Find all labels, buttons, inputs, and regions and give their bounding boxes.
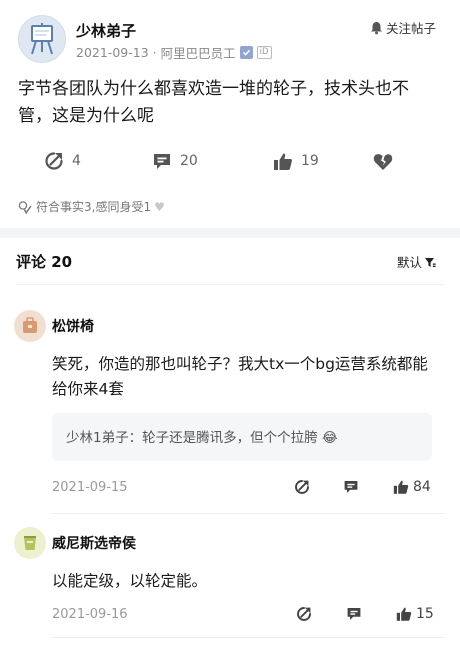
meta-separator: · [152, 45, 157, 60]
bell-icon [370, 21, 382, 34]
sort-button[interactable]: 默认 [397, 252, 436, 271]
author-meta: 2021-09-13 · 阿里巴巴员工 iD [76, 43, 272, 62]
section-divider [0, 228, 460, 238]
cup-icon [24, 536, 36, 550]
comment-reply-button[interactable] [346, 606, 362, 622]
comment-icon [344, 481, 358, 493]
like-count: 19 [301, 153, 319, 169]
author-avatar[interactable] [18, 15, 66, 63]
share-icon [45, 152, 63, 170]
comment-like-count: 15 [416, 606, 434, 622]
follow-post-button[interactable]: 关注帖子 [370, 18, 436, 37]
broken-heart-icon [373, 153, 393, 170]
share-button[interactable]: 4 [44, 146, 81, 176]
comment-like-button[interactable]: 15 [396, 606, 434, 622]
laugh-emoji-icon: 😂 [321, 430, 338, 446]
like-button[interactable]: 19 [273, 146, 319, 176]
sort-label: 默认 [396, 255, 422, 270]
dislike-button[interactable] [373, 146, 393, 176]
commenter-name[interactable]: 威尼斯选帝侯 [52, 533, 136, 553]
verified-icon [239, 46, 253, 59]
comment-count: 20 [180, 153, 198, 169]
share-count: 4 [72, 153, 81, 169]
author-name[interactable]: 少林弟子 [76, 20, 136, 41]
comments-title: 评论 20 [16, 253, 73, 271]
reply-text: 轮子还是腾讯多，但个个拉胯 [142, 430, 318, 446]
comment-reply[interactable]: 少林1弟子：轮子还是腾讯多，但个个拉胯 😂 [52, 413, 432, 461]
reactions-text: 符合事实3,感同身受1 [36, 200, 152, 214]
header-divider [16, 284, 444, 285]
post-body: 字节各团队为什么都喜欢造一堆的轮子，技术头也不管，这是为什么呢 [18, 79, 409, 126]
follow-label: 关注帖子 [385, 21, 436, 36]
comment-divider [52, 637, 444, 638]
reactions-heart-icon: ♥ [154, 199, 165, 214]
comment-like-count: 84 [413, 479, 431, 495]
comment-reply-button[interactable] [343, 479, 359, 495]
reactions-icon [18, 200, 32, 214]
thumbs-up-icon [396, 607, 412, 621]
comments-header: 评论 20 默认 [0, 238, 460, 284]
share-icon [297, 607, 311, 621]
suitcase-icon [23, 317, 37, 333]
comment-like-button[interactable]: 84 [393, 479, 431, 495]
commenter-avatar[interactable] [14, 310, 46, 342]
sort-filter-icon [425, 257, 436, 267]
comment-button[interactable]: 20 [152, 146, 198, 176]
thumbs-up-icon [274, 153, 292, 170]
post-actions: 4 20 19 [0, 146, 460, 176]
post-date: 2021-09-13 [76, 45, 149, 60]
post-card: 少林弟子 2021-09-13 · 阿里巴巴员工 iD 关注帖子 字节各团队为什… [0, 0, 460, 228]
commenter-name[interactable]: 松饼椅 [52, 316, 94, 336]
comment-text: 笑死，你造的那也叫轮子？我大tx一个bg运营系统都能给你来4套 [52, 355, 428, 398]
commenter-avatar[interactable] [14, 527, 46, 559]
thumbs-up-icon [393, 480, 409, 494]
easel-icon [31, 23, 53, 55]
comment-date: 2021-09-15 [52, 480, 128, 495]
reactions-summary[interactable]: 符合事实3,感同身受1 ♥ [18, 198, 165, 215]
comment-text: 以能定级，以轮定能。 [52, 572, 208, 590]
reply-author: 少林1弟子： [66, 430, 143, 446]
comment-icon [347, 608, 361, 620]
id-badge: iD [256, 46, 272, 59]
share-icon [295, 480, 309, 494]
comment-divider [52, 513, 444, 514]
comment-icon [154, 153, 170, 169]
comment-date: 2021-09-16 [52, 607, 128, 622]
comment-share-button[interactable] [296, 606, 312, 622]
author-company: 阿里巴巴员工 [160, 46, 236, 61]
comment-share-button[interactable] [294, 479, 310, 495]
